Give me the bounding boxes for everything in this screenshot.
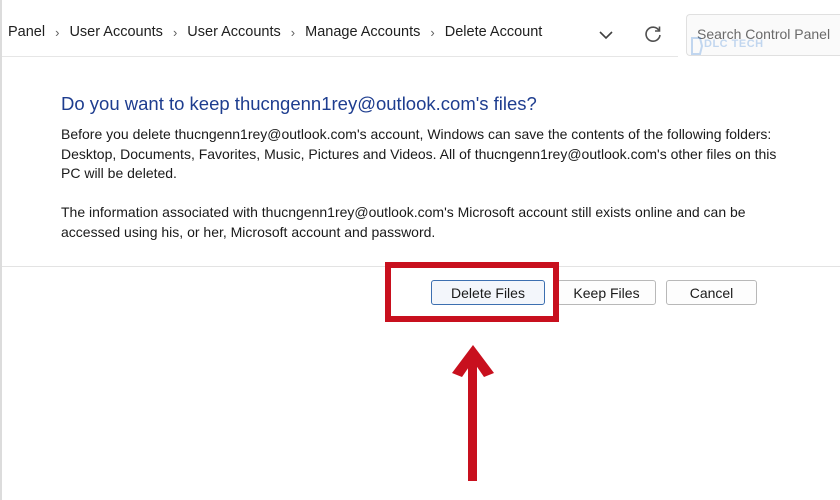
breadcrumb: Panel › User Accounts › User Accounts › …: [4, 24, 546, 40]
dialog-title: Do you want to keep thucngenn1rey@outloo…: [61, 93, 537, 114]
breadcrumb-item-delete-account[interactable]: Delete Account: [441, 24, 547, 40]
dialog-info-text: The information associated with thucngen…: [61, 204, 746, 240]
address-bar[interactable]: Panel › User Accounts › User Accounts › …: [2, 10, 678, 57]
breadcrumb-separator-icon[interactable]: ›: [49, 25, 65, 40]
watermark-icon: [691, 37, 704, 55]
watermark-logo: DLC TECH: [690, 36, 794, 60]
window-border: [0, 0, 2, 500]
breadcrumb-separator-icon[interactable]: ›: [285, 25, 301, 40]
breadcrumb-item-manage-accounts[interactable]: Manage Accounts: [301, 24, 424, 40]
arrow-up-icon: [452, 345, 494, 481]
highlight-box: [385, 262, 559, 322]
keep-files-button[interactable]: Keep Files: [557, 280, 656, 305]
breadcrumb-item-user-accounts-category[interactable]: User Accounts: [65, 24, 167, 40]
refresh-icon[interactable]: [642, 24, 664, 46]
breadcrumb-separator-icon[interactable]: ›: [424, 25, 440, 40]
watermark-text: DLC TECH: [704, 38, 764, 50]
breadcrumb-separator-icon[interactable]: ›: [167, 25, 183, 40]
cancel-button[interactable]: Cancel: [666, 280, 757, 305]
dialog-description: Before you delete thucngenn1rey@outlook.…: [61, 126, 777, 181]
breadcrumb-item-control-panel[interactable]: Panel: [4, 24, 49, 40]
breadcrumb-item-user-accounts[interactable]: User Accounts: [183, 24, 285, 40]
chevron-down-icon[interactable]: [598, 28, 614, 42]
